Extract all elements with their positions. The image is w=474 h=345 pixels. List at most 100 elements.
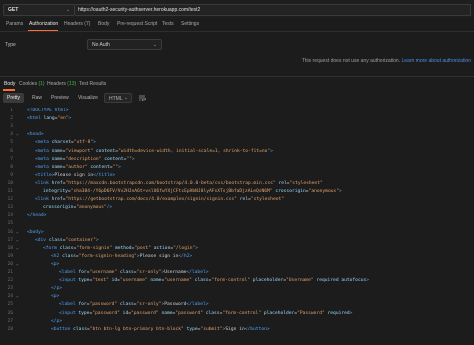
line-number: 27 <box>7 318 13 324</box>
code-token: <h2 <box>51 253 63 259</box>
code-token: method <box>112 245 132 251</box>
wrap-lines-icon[interactable] <box>138 94 146 102</box>
line-number: 3 <box>10 124 13 130</box>
auth-type-value: No Auth <box>92 42 110 48</box>
code-token: required <box>324 310 350 316</box>
tab-params[interactable]: Params <box>6 21 23 27</box>
line-number: 21 <box>7 270 13 275</box>
code-token: "post" <box>134 245 151 251</box>
code-token: "form-control" <box>222 310 262 316</box>
code-token: integrity <box>43 189 68 194</box>
code-token: "utf-8" <box>73 140 94 146</box>
url-input[interactable]: https://oauth2-security-authserver.herok… <box>75 4 471 16</box>
code-token: type <box>78 278 90 284</box>
tab-response-body[interactable]: Body <box>4 81 15 87</box>
code-token: "https://getbootstrap.com/docs/4.0/examp… <box>65 197 237 203</box>
code-token: </title> <box>93 172 116 178</box>
code-line: 6 <meta name="viewport" content="width=de… <box>0 149 474 157</box>
code-text: <body> <box>27 230 44 235</box>
code-token: </label> <box>186 302 209 308</box>
tab-headers[interactable]: Headers (7) <box>64 21 90 27</box>
preview-button[interactable]: Preview <box>47 93 73 103</box>
fold-chevron-icon[interactable]: ⌄ <box>16 262 19 267</box>
cookies-count: (1) <box>38 81 45 87</box>
code-token: for <box>78 270 87 275</box>
code-token: "text" <box>92 278 109 284</box>
method-select[interactable]: GET ⌄ <box>3 4 75 16</box>
code-token: Please sign in <box>54 172 94 178</box>
tab-test-results[interactable]: Test Results <box>79 81 106 87</box>
code-text: <meta name="viewport" content="width=dev… <box>35 149 273 154</box>
url-bar: GET ⌄ https://oauth2-security-authserver… <box>0 0 474 18</box>
code-token: "form-control" <box>211 278 251 284</box>
code-token: content <box>93 148 116 154</box>
line-number: 10 <box>7 180 13 186</box>
code-token: <div <box>35 237 49 243</box>
learn-more-link[interactable]: Learn more about authorization <box>402 58 472 64</box>
code-token: > <box>270 148 273 154</box>
code-line: 22 <input type="text" id="username" name=… <box>0 278 474 286</box>
tab-body[interactable]: Body <box>98 21 109 27</box>
code-token: > <box>131 156 135 162</box>
code-token: "stylesheet" <box>289 180 323 186</box>
line-number: 15 <box>7 221 13 227</box>
code-line: 13 crossorigin="anonymous"/> <box>0 205 474 213</box>
code-token: "anonymous" <box>308 189 340 194</box>
code-token: rel <box>236 197 249 203</box>
code-token: </h2> <box>178 253 193 259</box>
code-token: "/login" <box>173 245 196 251</box>
code-token: type <box>183 326 198 332</box>
tab-cookies[interactable]: Cookies (1) <box>19 81 45 87</box>
code-token: > <box>118 164 121 170</box>
code-token: id <box>108 278 118 284</box>
tab-response-headers-label: Headers <box>47 81 66 87</box>
code-token: charset <box>51 140 71 146</box>
tab-authorization[interactable]: Authorization <box>29 21 58 27</box>
tab-response-headers[interactable]: Headers (13) <box>47 81 76 87</box>
pretty-button[interactable]: Pretty <box>3 93 25 103</box>
response-code-view[interactable]: 1 <!DOCTYPE html> 2 <html lang="en"> 3 4 ⌄ <hea… <box>0 108 474 345</box>
code-token: required autofocus <box>313 278 367 284</box>
code-token: <link <box>35 197 52 203</box>
fold-chevron-icon[interactable]: ⌄ <box>16 230 19 235</box>
code-line: 27 </p> <box>0 319 474 327</box>
code-token: class <box>117 302 134 308</box>
visualize-button[interactable]: Visualize <box>74 93 102 103</box>
code-token: href <box>51 180 63 186</box>
line-number: 25 <box>7 302 13 308</box>
tab-settings[interactable]: Settings <box>181 21 199 27</box>
fold-chevron-icon[interactable]: ⌄ <box>16 294 19 299</box>
code-line: 7 <meta name="description" content=""> <box>0 157 474 165</box>
tab-pre-request-script[interactable]: Pre-request Script <box>117 21 157 27</box>
code-token: "btn btn-lg btn-primary btn-block" <box>89 326 184 332</box>
code-token: class <box>73 326 87 332</box>
code-line: 3 <box>0 124 474 132</box>
code-token: "username" <box>89 270 118 275</box>
code-token: <meta <box>35 164 52 170</box>
code-token: "form-signin-heading" <box>78 253 137 259</box>
line-number: 26 <box>7 310 13 316</box>
chevron-down-icon: ⌄ <box>123 95 128 101</box>
line-number: 18 <box>7 245 13 251</box>
panel-divider[interactable] <box>0 76 474 77</box>
code-token: "author" <box>65 164 88 170</box>
code-token: rel <box>275 180 287 186</box>
code-line: 25 <label for="password" class="sr-only">… <box>0 302 474 310</box>
line-number: 1 <box>10 108 13 113</box>
code-token: "width=device-width, initial-scale=1, sh… <box>118 148 271 154</box>
tab-tests[interactable]: Tests <box>162 21 174 27</box>
code-token: <form <box>43 245 60 251</box>
code-token: placeholder <box>250 278 284 284</box>
code-text: <link href="https://maxcdn.bootstrapcdn.… <box>35 181 323 186</box>
code-token: action <box>150 245 171 251</box>
code-text: integrity="sha384-/Y6pD6FV/Vv2HJnA6t+vsl… <box>43 189 342 194</box>
fold-chevron-icon[interactable]: ⌄ <box>16 132 19 137</box>
fold-chevron-icon[interactable]: ⌄ <box>16 238 19 243</box>
raw-button[interactable]: Raw <box>28 93 46 103</box>
code-text: <input type="text" id="username" name="u… <box>59 278 369 283</box>
fold-chevron-icon[interactable]: ⌄ <box>16 246 19 251</box>
code-token: <p> <box>51 261 60 267</box>
code-token: id <box>119 310 129 316</box>
language-select[interactable]: HTML ⌄ <box>104 93 132 103</box>
auth-type-select[interactable]: No Auth ⌄ <box>87 39 162 50</box>
